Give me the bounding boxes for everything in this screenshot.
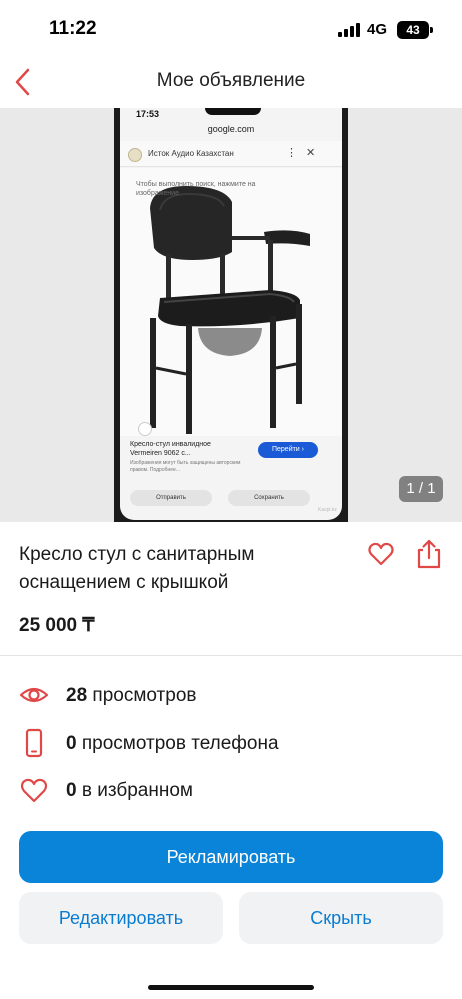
heart-icon: [368, 542, 394, 566]
status-time: 11:22: [49, 18, 97, 39]
close-icon: ✕: [306, 147, 316, 159]
edit-button[interactable]: Редактировать: [19, 892, 223, 944]
stat-phone-text: 0 просмотров телефона: [66, 733, 279, 755]
phone-label: просмотров телефона: [81, 733, 279, 754]
photo-save-chip: Сохранить: [228, 490, 310, 506]
eye-icon: [19, 687, 49, 703]
lens-icon: [138, 422, 152, 436]
photo-chair-image: Чтобы выполнить поиск, нажмите на изобра…: [120, 168, 342, 436]
photo-site-name: Исток Аудио Казахстан: [148, 149, 234, 158]
listing-title: Кресло стул с санитарным оснащением с кр…: [19, 544, 255, 593]
network-label: 4G: [367, 21, 388, 38]
signal-icon: [338, 23, 360, 37]
battery-tip: [430, 27, 433, 33]
photo-watermark: Kaspi.kz: [318, 507, 337, 513]
promote-button[interactable]: Рекламировать: [19, 831, 443, 883]
divider: [0, 655, 462, 656]
listing-photo: 17:53 google.com Исток Аудио Казахстан ⋮…: [114, 108, 348, 522]
photo-result-note: Изображения могут быть защищены авторски…: [130, 460, 241, 473]
photo-counter: 1 / 1: [399, 476, 443, 502]
home-indicator[interactable]: [148, 985, 314, 990]
views-count: 28: [66, 685, 88, 706]
photo-url: google.com: [207, 124, 255, 134]
photo-result-button: Перейти ›: [258, 442, 318, 458]
photo-search-result: Кресло-стул инвалидное Vermeiren 9062 с.…: [130, 440, 332, 474]
favorite-button[interactable]: [367, 540, 395, 568]
stat-favorites-text: 0 в избранном: [66, 780, 193, 802]
photo-phone-screen: 17:53 google.com Исток Аудио Казахстан ⋮…: [120, 108, 342, 520]
commode-chair-icon: [150, 186, 310, 434]
share-button[interactable]: [414, 538, 444, 570]
share-icon: [417, 539, 441, 569]
status-bar: 11:22 4G 43: [0, 0, 462, 58]
battery-icon: 43: [397, 21, 429, 39]
photo-actions: Отправить Сохранить: [130, 490, 332, 506]
views-label: просмотров: [92, 685, 197, 706]
photo-send-chip: Отправить: [130, 490, 212, 506]
photo-time: 17:53: [136, 109, 160, 119]
photo-hint: Чтобы выполнить поиск, нажмите на изобра…: [136, 181, 256, 197]
page-title: Мое объявление: [156, 70, 306, 91]
stat-views-text: 28 просмотров: [66, 685, 197, 707]
fav-label: в избранном: [81, 780, 193, 801]
phone-count: 0: [66, 733, 77, 754]
stat-views: 28 просмотров: [19, 680, 439, 710]
photo-site-row: Исток Аудио Казахстан ⋮ ✕: [120, 141, 342, 167]
photo-result-title: Кресло-стул инвалидное Vermeiren 9062 с.…: [130, 441, 211, 457]
stat-favorites: 0 в избранном: [19, 775, 439, 805]
photo-notch: [205, 108, 261, 115]
more-icon: ⋮: [286, 147, 297, 159]
stat-phone-views: 0 просмотров телефона: [19, 728, 439, 758]
fav-count: 0: [66, 780, 77, 801]
phone-icon: [25, 728, 43, 758]
photo-site-logo: [128, 148, 142, 162]
heart-icon: [20, 778, 48, 803]
listing-price: 25 000 ₸: [19, 615, 95, 636]
photo-gallery[interactable]: 17:53 google.com Исток Аудио Казахстан ⋮…: [0, 108, 462, 522]
hide-button[interactable]: Скрыть: [239, 892, 443, 944]
header: Мое объявление: [0, 58, 462, 108]
